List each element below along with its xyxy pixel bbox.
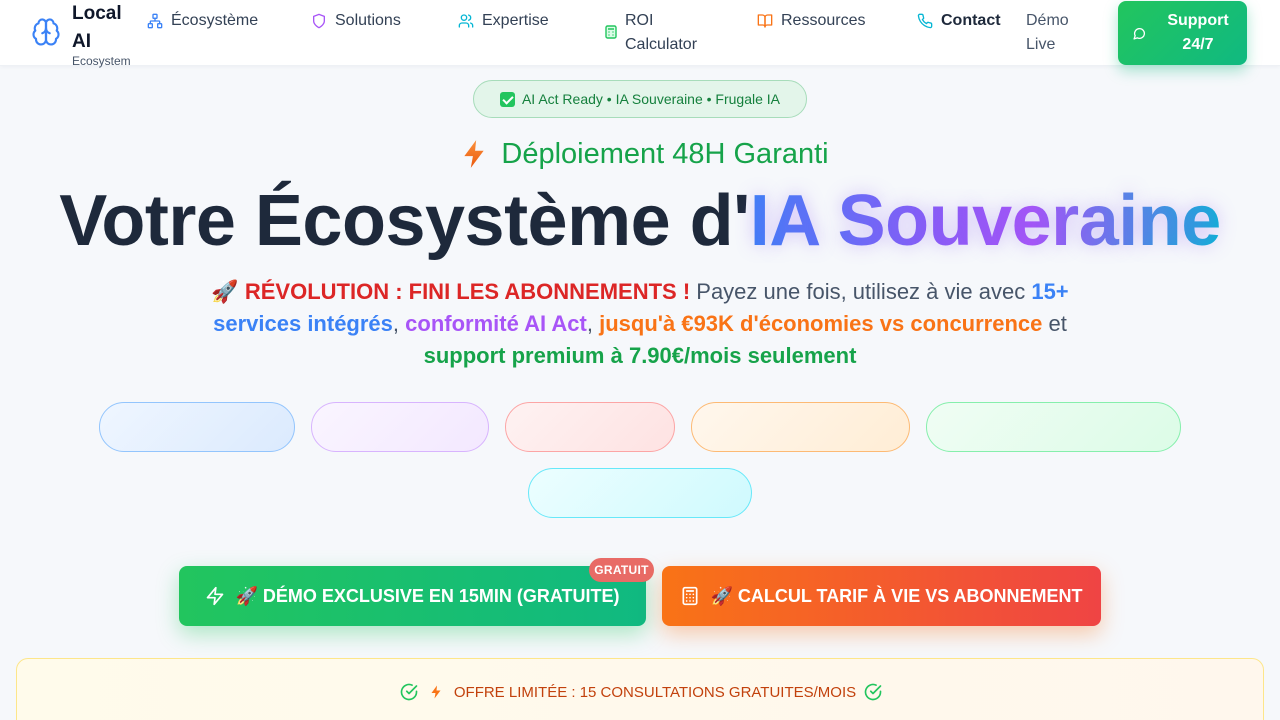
nav-item-label: ROI Calculator	[625, 12, 698, 53]
sub-comma-1: ,	[392, 311, 406, 336]
phone-icon	[917, 13, 933, 29]
headline-highlight: IA Souveraine	[749, 181, 1222, 261]
sub-text-1: Payez une fois, utilisez à vie avec	[690, 279, 1032, 304]
limited-offer-banner: OFFRE LIMITÉE : 15 CONSULTATIONS GRATUIT…	[16, 658, 1264, 720]
calculator-icon	[605, 25, 617, 39]
feature-pill-orange[interactable]	[691, 402, 910, 452]
support-button[interactable]: Support 24/7	[1118, 1, 1247, 65]
feature-pill-red[interactable]	[505, 402, 675, 452]
nav-item-label: Ressources	[781, 12, 866, 29]
nav-item-label: Contact	[941, 12, 1001, 29]
nav-item-label: Expertise	[482, 12, 549, 29]
brain-icon[interactable]	[31, 17, 61, 47]
nav-item-label: Écosystème	[171, 12, 259, 29]
sub-et: et	[1042, 311, 1067, 336]
feature-pill-green[interactable]	[926, 402, 1181, 452]
headline-main: Votre Écosystème d'	[59, 181, 750, 261]
network-icon	[147, 13, 163, 29]
feature-pill-blue[interactable]	[99, 402, 295, 452]
check-circle-icon	[864, 683, 882, 701]
nav-item-label: Solutions	[335, 12, 401, 29]
compliance-badge: AI Act Ready • IA Souveraine • Frugale I…	[473, 80, 807, 118]
support-button-label: Support 24/7	[1167, 12, 1229, 53]
demo-live-link[interactable]: Démo Live	[1026, 9, 1078, 57]
support-price-text: support premium à 7.90€/mois seulement	[423, 343, 857, 368]
compliance-text: conformité AI Act	[405, 311, 587, 336]
compliance-badge-text: AI Act Ready • IA Souveraine • Frugale I…	[521, 91, 781, 107]
deploy-text: Déploiement 48H Garanti	[501, 138, 829, 170]
nav-item-ecosysteme[interactable]: Écosystème	[147, 9, 258, 33]
demo-cta-button[interactable]: 🚀 DÉMO EXCLUSIVE EN 15MIN (GRATUITE)	[179, 566, 646, 626]
zap-icon	[207, 586, 224, 606]
bolt-icon	[464, 140, 485, 168]
top-navbar: Local AI Ecosystem Écosystème Solutions …	[0, 0, 1280, 68]
hero-subtitle: 🚀 RÉVOLUTION : FINI LES ABONNEMENTS ! Pa…	[190, 276, 1090, 372]
bolt-icon	[431, 685, 441, 699]
sub-comma-2: ,	[586, 311, 600, 336]
brand-subtitle: Ecosystem	[72, 54, 131, 68]
hero-headline: Votre Écosystème d'IA Souveraine	[0, 180, 1280, 262]
shield-icon	[313, 13, 325, 29]
nav-item-solutions[interactable]: Solutions	[311, 9, 401, 33]
nav-item-expertise[interactable]: Expertise	[458, 9, 549, 33]
nav-item-ressources[interactable]: Ressources	[757, 9, 865, 33]
demo-cta-label: 🚀 DÉMO EXCLUSIVE EN 15MIN (GRATUITE)	[235, 585, 620, 606]
nav-item-contact[interactable]: Contact	[917, 9, 1001, 33]
feature-pill-cyan[interactable]	[528, 468, 752, 518]
check-circle-icon	[400, 683, 418, 701]
users-icon	[458, 14, 474, 28]
feature-pill-purple[interactable]	[311, 402, 489, 452]
offer-text: OFFRE LIMITÉE : 15 CONSULTATIONS GRATUIT…	[453, 683, 857, 701]
offer-line: OFFRE LIMITÉE : 15 CONSULTATIONS GRATUIT…	[17, 683, 1265, 701]
pricing-calc-button[interactable]: 🚀 CALCUL TARIF À VIE VS ABONNEMENT	[662, 566, 1101, 626]
book-open-icon	[757, 14, 773, 28]
rocket-emoji: 🚀	[211, 279, 239, 304]
deploy-guarantee: Déploiement 48H Garanti	[0, 136, 1280, 172]
calculator-icon	[682, 586, 698, 606]
pricing-calc-label: 🚀 CALCUL TARIF À VIE VS ABONNEMENT	[710, 585, 1083, 606]
check-icon	[499, 91, 515, 107]
free-badge: GRATUIT	[589, 558, 654, 582]
nav-item-roi-calculator[interactable]: ROI Calculator	[605, 9, 703, 57]
savings-text: jusqu'à €93K d'économies vs concurrence	[599, 311, 1043, 336]
brand-title[interactable]: Local AI	[72, 0, 132, 56]
message-circle-icon	[1133, 28, 1145, 40]
revolution-text: RÉVOLUTION : FINI LES ABONNEMENTS !	[244, 279, 691, 304]
